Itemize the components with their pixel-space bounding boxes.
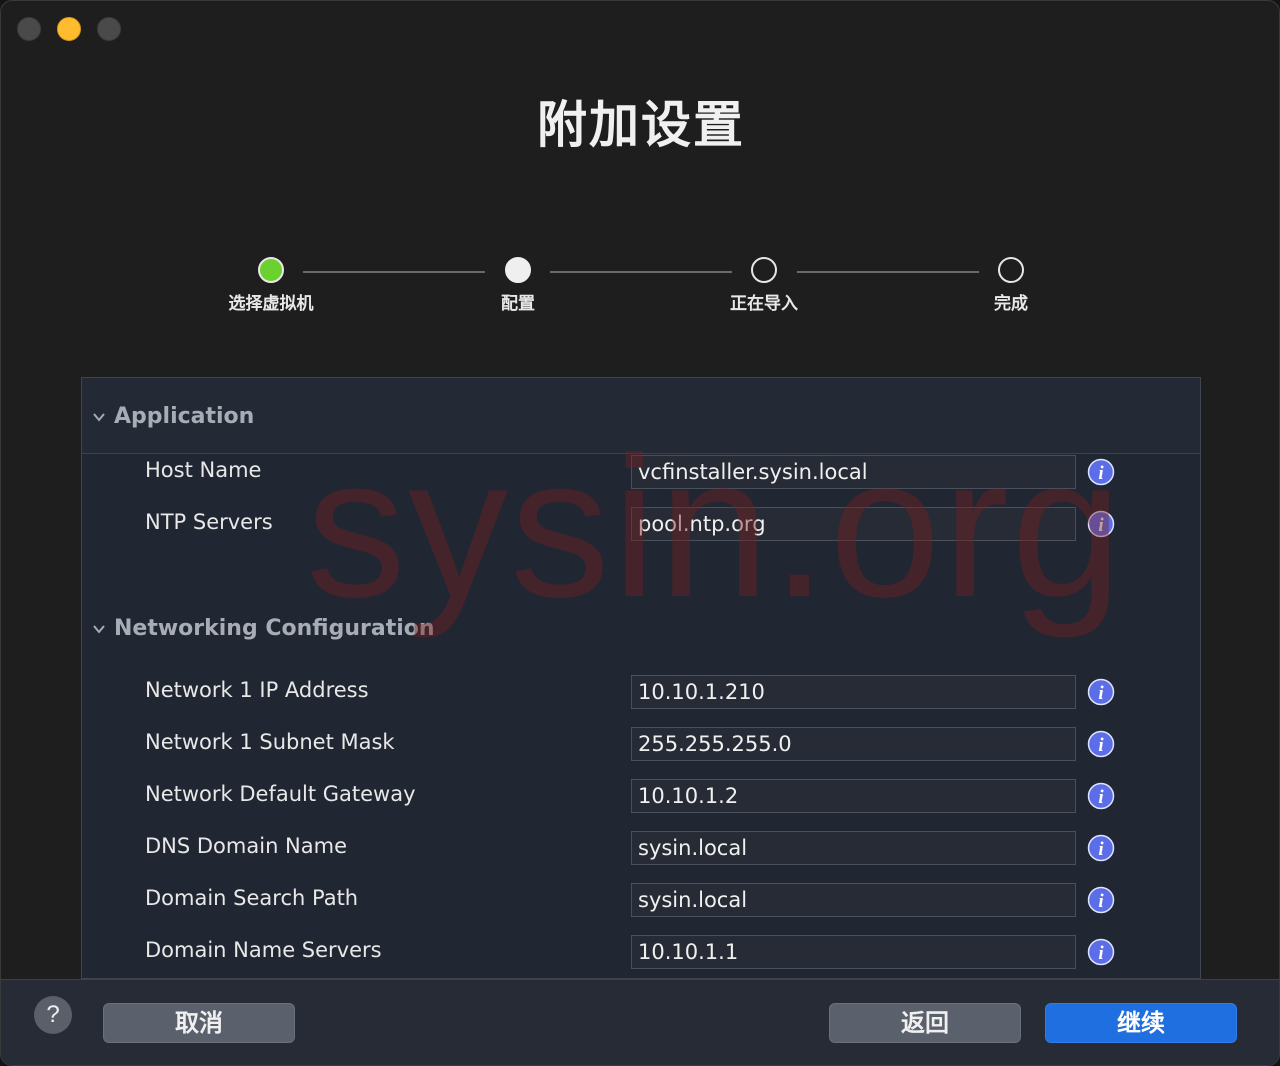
field-row-name-servers: Domain Name Servers i: [82, 935, 1200, 971]
dns-domain-input[interactable]: [631, 831, 1076, 865]
info-icon[interactable]: i: [1087, 458, 1115, 486]
svg-text:i: i: [1098, 735, 1104, 756]
section-title: Application: [114, 404, 255, 429]
svg-text:i: i: [1098, 683, 1104, 704]
settings-panel[interactable]: Application Host Name i NTP Servers i Ne…: [81, 377, 1201, 979]
close-window-button[interactable]: [17, 17, 41, 41]
field-row-subnet-mask: Network 1 Subnet Mask i: [82, 727, 1200, 763]
step-current-indicator: [505, 257, 531, 283]
step-pending-indicator: [998, 257, 1024, 283]
back-button[interactable]: 返回: [829, 1003, 1021, 1043]
info-icon[interactable]: i: [1087, 886, 1115, 914]
network-ip-input[interactable]: [631, 675, 1076, 709]
svg-text:i: i: [1098, 463, 1104, 484]
svg-text:i: i: [1098, 515, 1104, 536]
field-label: Domain Name Servers: [145, 938, 382, 962]
chevron-down-icon: [93, 625, 105, 634]
field-row-search-path: Domain Search Path i: [82, 883, 1200, 919]
field-row-host-name: Host Name i: [82, 455, 1200, 491]
step-label: 正在导入: [730, 294, 798, 314]
host-name-input[interactable]: [631, 455, 1076, 489]
info-icon[interactable]: i: [1087, 782, 1115, 810]
info-icon[interactable]: i: [1087, 834, 1115, 862]
section-networking-header[interactable]: Networking Configuration: [82, 596, 1200, 656]
info-icon[interactable]: i: [1087, 730, 1115, 758]
ntp-servers-input[interactable]: [631, 507, 1076, 541]
field-label: Domain Search Path: [145, 886, 359, 910]
step-select-vm: 选择虚拟机: [191, 257, 351, 314]
step-finish: 完成: [931, 257, 1091, 314]
subnet-mask-input[interactable]: [631, 727, 1076, 761]
window-controls: [17, 17, 121, 41]
default-gateway-input[interactable]: [631, 779, 1076, 813]
section-application-header[interactable]: Application: [82, 378, 1200, 454]
step-label: 选择虚拟机: [228, 294, 314, 314]
field-row-network-ip: Network 1 IP Address i: [82, 675, 1200, 711]
field-label: Network 1 Subnet Mask: [145, 730, 395, 754]
footer-bar: ? 取消 返回 继续: [1, 979, 1279, 1065]
step-done-indicator: [258, 257, 284, 283]
progress-stepper: 选择虚拟机 配置 正在导入 完成: [1, 257, 1279, 327]
step-pending-indicator: [751, 257, 777, 283]
step-configure: 配置: [438, 257, 598, 314]
help-button[interactable]: ?: [34, 996, 72, 1034]
field-row-ntp-servers: NTP Servers i: [82, 507, 1200, 543]
minimize-window-button[interactable]: [57, 17, 81, 41]
field-label: DNS Domain Name: [145, 834, 348, 858]
cancel-button[interactable]: 取消: [103, 1003, 295, 1043]
svg-text:i: i: [1098, 787, 1104, 808]
field-label: Network 1 IP Address: [145, 678, 369, 702]
installer-window: 附加设置 选择虚拟机 配置 正在导入 完成 Application Host N…: [0, 0, 1280, 1066]
search-path-input[interactable]: [631, 883, 1076, 917]
svg-text:i: i: [1098, 943, 1104, 964]
info-icon[interactable]: i: [1087, 938, 1115, 966]
step-importing: 正在导入: [684, 257, 844, 314]
page-title: 附加设置: [537, 96, 745, 154]
zoom-window-button[interactable]: [97, 17, 121, 41]
chevron-down-icon: [93, 413, 105, 422]
continue-button[interactable]: 继续: [1045, 1003, 1237, 1043]
svg-text:i: i: [1098, 891, 1104, 912]
field-label: Network Default Gateway: [145, 782, 416, 806]
name-servers-input[interactable]: [631, 935, 1076, 969]
field-row-default-gateway: Network Default Gateway i: [82, 779, 1200, 815]
info-icon[interactable]: i: [1087, 678, 1115, 706]
step-label: 配置: [501, 294, 535, 314]
svg-text:i: i: [1098, 839, 1104, 860]
field-label: NTP Servers: [145, 510, 273, 534]
field-row-dns-domain: DNS Domain Name i: [82, 831, 1200, 867]
step-label: 完成: [994, 294, 1028, 314]
info-icon[interactable]: i: [1087, 510, 1115, 538]
field-label: Host Name: [145, 458, 262, 482]
section-title: Networking Configuration: [114, 616, 435, 641]
